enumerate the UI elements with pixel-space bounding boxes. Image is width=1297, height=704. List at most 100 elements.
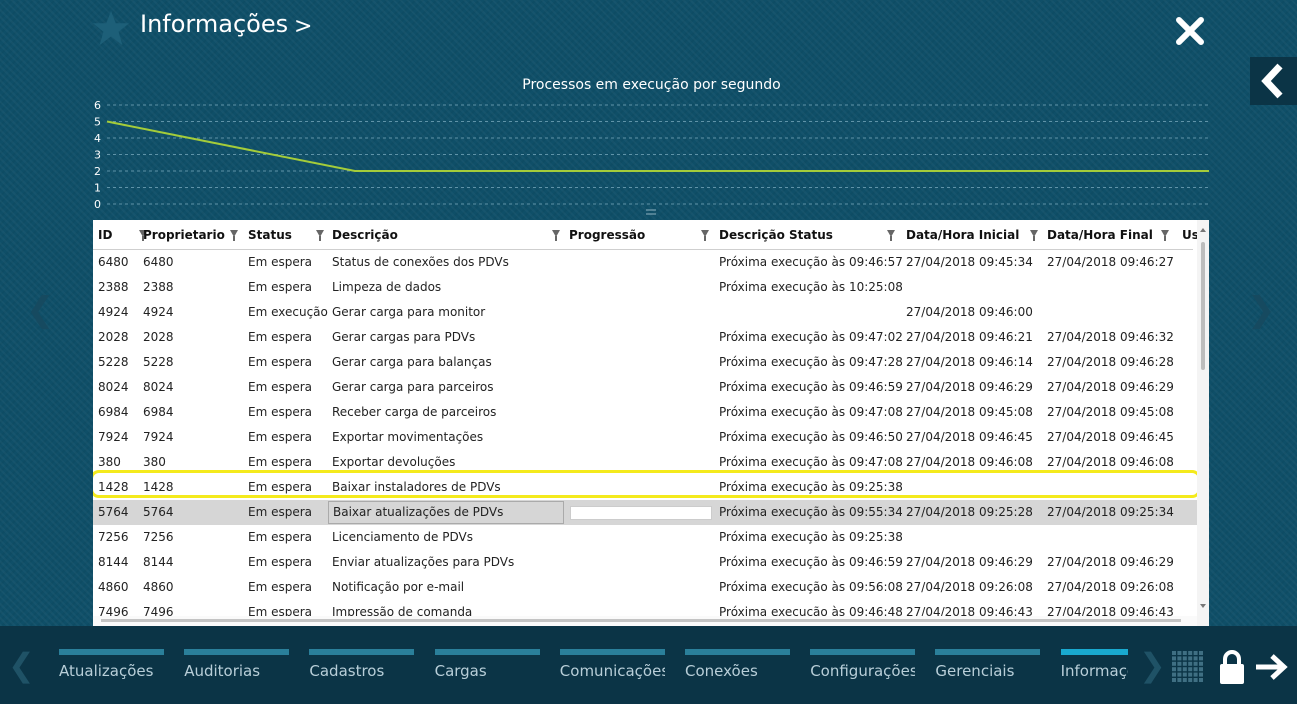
table-row[interactable]: 8144 8144 Em espera Enviar atualizações par… <box>93 550 1197 575</box>
filter-icon[interactable] <box>230 230 238 241</box>
cell-end: 27/04/2018 09:46:29 <box>1047 555 1174 569</box>
grid-dot <box>1193 651 1198 655</box>
cell-status_desc: Próxima execução às 09:46:59 <box>719 555 902 569</box>
grid-dot <box>1172 651 1176 655</box>
cell-start: 27/04/2018 09:46:29 <box>906 380 1033 394</box>
process-chart: 6 5 4 3 2 1 0 <box>94 99 1209 208</box>
column-header-owner[interactable]: Proprietario <box>143 220 225 249</box>
scroll-down-icon[interactable] <box>1200 604 1206 608</box>
module-tab-indicator <box>309 649 415 655</box>
cell-end: 27/04/2018 09:25:34 <box>1047 505 1174 519</box>
table-row[interactable]: 6480 6480 Em espera Status de conexões dos … <box>93 250 1197 275</box>
grid-dot <box>1177 656 1182 661</box>
table-row[interactable]: 4860 4860 Em espera Notificação por e-mail P… <box>93 575 1197 600</box>
previous-page-icon[interactable]: ❮ <box>26 290 55 330</box>
filter-icon[interactable] <box>316 230 324 241</box>
filter-icon[interactable] <box>701 230 709 241</box>
grid-dot <box>1177 651 1182 655</box>
logout-arrow-icon[interactable] <box>1254 653 1288 681</box>
cell-desc: Licenciamento de PDVs <box>332 530 473 544</box>
cell-progress <box>569 350 715 375</box>
cell-owner: 4860 <box>143 580 174 594</box>
filter-icon[interactable] <box>1030 230 1038 241</box>
filter-icon[interactable] <box>887 230 895 241</box>
module-list: Atualizações Auditorias Cadastros Cargas Com… <box>0 626 1128 704</box>
close-icon[interactable] <box>1174 15 1206 47</box>
cell-owner: 8024 <box>143 380 174 394</box>
cell-end: 27/04/2018 09:46:45 <box>1047 430 1174 444</box>
scroll-up-icon[interactable] <box>1200 228 1206 232</box>
cell-owner: 1428 <box>143 480 174 494</box>
grid-dot <box>1199 656 1203 661</box>
module-tab[interactable]: Cargas <box>434 649 540 680</box>
grid-dot <box>1177 678 1182 682</box>
grid-dot <box>1177 661 1182 666</box>
cell-owner: 6984 <box>143 405 174 419</box>
table-row[interactable]: 8024 8024 Em espera Gerar carga para parcei… <box>93 375 1197 400</box>
column-header-id[interactable]: ID <box>98 220 112 249</box>
module-tab[interactable]: Atualizações <box>59 649 164 680</box>
table-row[interactable]: 2028 2028 Em espera Gerar cargas para PDVs P… <box>93 325 1197 350</box>
cell-id: 7256 <box>98 530 129 544</box>
column-header-end[interactable]: Data/Hora Final <box>1047 220 1153 249</box>
next-page-icon[interactable]: ❯ <box>1247 290 1276 330</box>
grid-dot <box>1188 667 1193 672</box>
column-header-status[interactable]: Status <box>248 220 292 249</box>
cell-status_desc: Próxima execução às 09:46:57 <box>719 255 902 269</box>
table-row[interactable]: 1428 1428 Em espera Baixar instaladores de … <box>93 475 1197 500</box>
collapse-panel-button[interactable] <box>1250 57 1297 105</box>
table-row[interactable]: 5764 5764 Em espera Baixar atualizações de … <box>93 500 1197 525</box>
table-row[interactable]: 4924 4924 Em execução Gerar carga para moni… <box>93 300 1197 325</box>
module-tab[interactable]: Comunicações <box>559 649 665 680</box>
cell-status_desc: Próxima execução às 09:47:08 <box>719 405 902 419</box>
table-body: 6480 6480 Em espera Status de conexões dos … <box>93 250 1197 625</box>
module-tab[interactable]: Gerenciais <box>935 649 1041 680</box>
column-header-desc[interactable]: Descrição <box>332 220 398 249</box>
modules-next-icon[interactable]: ❯ <box>1139 646 1166 684</box>
module-tab-label: Comunicações <box>559 662 665 680</box>
grid-dot <box>1172 656 1176 661</box>
column-header-progress[interactable]: Progressão <box>569 220 645 249</box>
cell-id: 6480 <box>98 255 129 269</box>
chevron-left-icon <box>1261 63 1283 99</box>
cell-start: 27/04/2018 09:46:14 <box>906 355 1033 369</box>
vertical-scrollbar[interactable] <box>1197 220 1209 626</box>
module-tab[interactable]: Configurações <box>810 649 916 680</box>
grid-dot <box>1193 667 1198 672</box>
cell-desc: Limpeza de dados <box>332 280 442 294</box>
lock-icon[interactable] <box>1218 649 1246 685</box>
table-row[interactable]: 7924 7924 Em espera Exportar movimentações P… <box>93 425 1197 450</box>
cell-status_desc: Próxima execução às 09:46:50 <box>719 430 902 444</box>
cell-end <box>1047 300 1178 325</box>
cell-desc: Enviar atualizações para PDVs <box>332 555 515 569</box>
table-row[interactable]: 7256 7256 Em espera Licenciamento de PDVs Pr… <box>93 525 1197 550</box>
module-tab[interactable]: Informações <box>1060 649 1128 680</box>
cell-progress <box>569 375 715 400</box>
grid-dot <box>1182 672 1187 677</box>
column-header-start[interactable]: Data/Hora Inicial <box>906 220 1019 249</box>
filter-icon[interactable] <box>1161 230 1169 241</box>
cell-end <box>1047 525 1178 550</box>
cell-start: 27/04/2018 09:25:28 <box>906 505 1033 519</box>
table-row[interactable]: 5228 5228 Em espera Gerar carga para balanç… <box>93 350 1197 375</box>
horizontal-scroll-thumb[interactable] <box>101 619 1181 622</box>
module-tab[interactable]: Conexões <box>685 649 790 680</box>
horizontal-scrollbar[interactable] <box>93 616 1197 626</box>
column-header-status_desc[interactable]: Descrição Status <box>719 220 833 249</box>
module-tab[interactable]: Cadastros <box>309 649 415 680</box>
table-row[interactable]: 6984 6984 Em espera Receber carga de parcei… <box>93 400 1197 425</box>
filter-icon[interactable] <box>552 230 560 241</box>
favorite-star-icon[interactable] <box>92 9 130 47</box>
cell-end: 27/04/2018 09:46:28 <box>1047 355 1174 369</box>
table-row[interactable]: 2388 2388 Em espera Limpeza de dados Próxima… <box>93 275 1197 300</box>
cell-status: Em espera <box>248 505 313 519</box>
table-row[interactable]: 380 380 Em espera Exportar devoluções Próxim… <box>93 450 1197 475</box>
splitter-handle[interactable] <box>646 208 656 216</box>
module-tab-label: Atualizações <box>59 662 154 680</box>
module-tab-indicator <box>59 649 164 655</box>
title-chevron-icon[interactable]: > <box>294 14 312 39</box>
module-tab[interactable]: Auditorias <box>184 649 290 680</box>
scroll-thumb[interactable] <box>1201 242 1205 370</box>
cell-start: 27/04/2018 09:46:45 <box>906 430 1033 444</box>
apps-grid-icon[interactable] <box>1172 651 1204 683</box>
